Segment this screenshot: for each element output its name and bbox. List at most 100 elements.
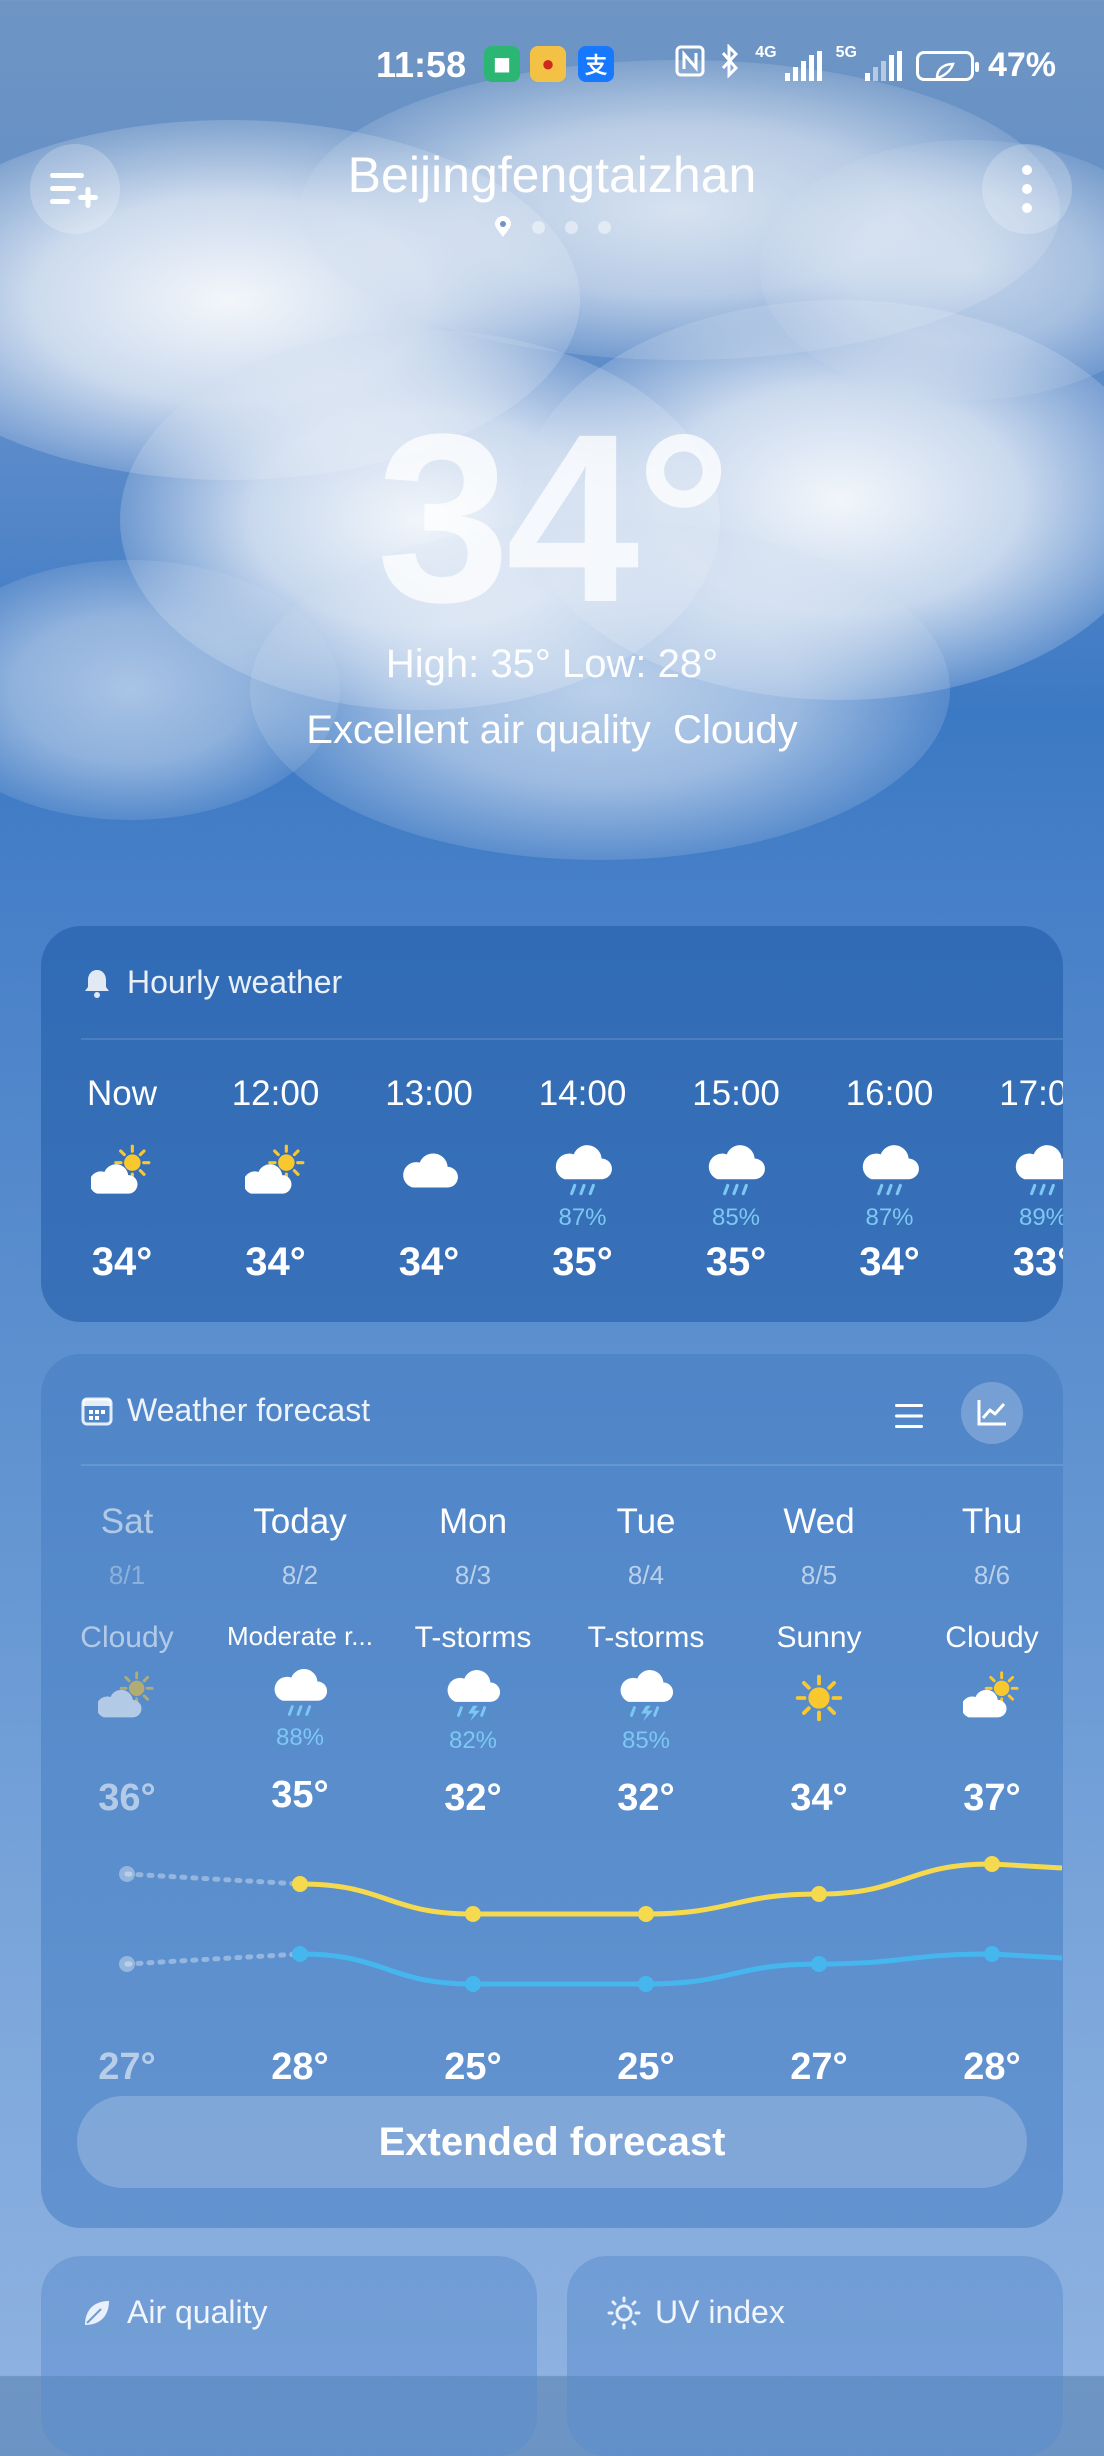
forecast-day[interactable]: Wed 8/5 Sunny 34° 27° [733,1502,905,2088]
day-condition: Moderate r... [227,1621,373,1651]
forecast-card: Weather forecast Sat 8/1 Cloudy 36° 27° Today… [41,1354,1063,2228]
hourly-item[interactable]: Now 34° [47,1074,197,1285]
mi-home-icon: ◼ [484,46,520,82]
air-quality-text[interactable]: Excellent air quality [306,708,651,752]
uv-sun-icon [607,2296,641,2329]
list-view-button[interactable] [879,1386,939,1446]
hour-time: 17:00 [999,1074,1063,1113]
forecast-day[interactable]: Thu 8/6 Cloudy 37° 28° [906,1502,1063,2088]
hourly-item[interactable]: 17:00 89% 33° [968,1074,1063,1285]
high-temp-point [638,1906,654,1922]
high-temp-point [119,1866,135,1882]
day-date: 8/3 [454,1560,492,1590]
weibo-icon: ● [530,46,566,82]
hour-time: 15:00 [692,1074,780,1113]
precip-chance [201,1204,351,1234]
bell-icon [85,969,109,998]
day-date: 8/5 [800,1560,838,1590]
high-temp: 34° [790,1777,848,1819]
forecast-day[interactable]: Today 8/2 Moderate r... 88% 35° 28° [214,1502,386,2088]
day-date: 8/1 [108,1560,146,1590]
day-name: Today [253,1502,347,1541]
uv-index-card[interactable]: UV index [567,2256,1063,2456]
partly-cloudy-sun-icon [201,1142,351,1204]
city-name: Beijingfengtaizhan [347,147,757,203]
hour-time: 16:00 [845,1074,934,1113]
day-condition: T-storms [414,1621,532,1654]
hourly-weather-card[interactable]: Hourly weather Now 34° 12:00 34° 13:00 34° 14:… [41,926,1063,1322]
hour-time: 13:00 [385,1074,473,1113]
chart-view-button[interactable] [961,1382,1023,1444]
low-temp-point [638,1976,654,1992]
network-type-4g: 4G [755,44,777,61]
line-chart-icon [977,1400,1006,1426]
hour-temp: 34° [859,1240,920,1284]
low-temp-point [465,1976,481,1992]
precip-chance: 85% [621,1727,671,1754]
low-temp-line [299,1951,1063,1987]
hour-time: Now [86,1074,158,1113]
high-temp: 37° [963,1777,1021,1819]
extended-forecast-button[interactable]: Extended forecast [77,2096,1027,2188]
page-indicator [0,216,1104,238]
page-dot [597,220,611,234]
hourly-item[interactable]: 12:00 34° [201,1074,351,1285]
day-condition: T-storms [587,1621,705,1654]
precip-chance: 88% [275,1724,325,1751]
page-dot [531,220,545,234]
location-pin-icon [494,216,511,237]
day-condition: Cloudy [945,1621,1039,1654]
hourly-item[interactable]: 15:00 85% 35° [661,1074,811,1285]
bluetooth-icon [719,43,741,87]
high-temp-point [811,1886,827,1902]
precip-chance: 87% [865,1204,914,1231]
low-temp-point [119,1956,135,1972]
air-quality-condition: Excellent air quality Cloudy [0,708,1104,753]
day-condition: Sunny [776,1621,862,1654]
high-low-temps: High: 35° Low: 28° [385,642,719,686]
forecast-day[interactable]: Mon 8/3 T-storms 82% 32° 25° [387,1502,559,2088]
hour-temp: 33° [1012,1240,1063,1284]
hourly-item[interactable]: 13:00 34° [354,1074,504,1285]
day-name: Wed [783,1502,855,1541]
hourly-item[interactable]: 16:00 87% 34° [815,1074,965,1285]
forecast-day[interactable]: Tue 8/4 T-storms 85% 32° 25° [560,1502,732,2088]
day-condition: Cloudy [80,1621,174,1654]
low-temp: 28° [963,2046,1021,2088]
hour-temp: 34° [91,1240,153,1284]
precip-chance: 89% [1018,1204,1063,1231]
low-temp: 25° [617,2046,675,2088]
high-temp-past-line [124,1871,303,1887]
day-date: 8/6 [973,1560,1011,1590]
high-temp-line [299,1861,1063,1917]
rain-cloud-icon [815,1142,965,1204]
precip-chance: 87% [558,1204,607,1231]
partly-cloudy-sun-icon [47,1142,197,1204]
forecast-header: Weather forecast [81,1392,370,1429]
hourly-item[interactable]: 14:00 87% 35° [508,1074,658,1285]
signal-icon-2 [864,50,902,81]
day-name: Sat [100,1502,154,1541]
hour-temp: 34° [245,1240,306,1284]
low-temp: 28° [271,2046,329,2088]
battery-icon [915,50,979,81]
low-temp-point [292,1946,308,1962]
forecast-day[interactable]: Sat 8/1 Cloudy 36° 27° [41,1502,213,2088]
low-temp-past-line [124,1951,303,1967]
sun-icon [733,1669,905,1727]
precip-chance: 85% [711,1204,761,1231]
high-temp-point [292,1876,308,1892]
hour-time: 14:00 [538,1074,627,1113]
thunderstorm-icon [387,1669,559,1727]
high-temp: 36° [98,1777,156,1819]
alipay-icon: 支 [578,46,614,82]
page-dot [564,220,578,234]
calendar-icon [81,1397,113,1425]
air-quality-card[interactable]: Air quality [41,2256,537,2456]
current-temperature: 34° [376,384,732,652]
low-temp: 25° [444,2046,502,2088]
partly-cloudy-sun-icon [41,1669,213,1727]
high-temp: 35° [271,1774,329,1816]
battery-percent: 47% [987,46,1056,84]
rain-cloud-icon [968,1142,1063,1204]
